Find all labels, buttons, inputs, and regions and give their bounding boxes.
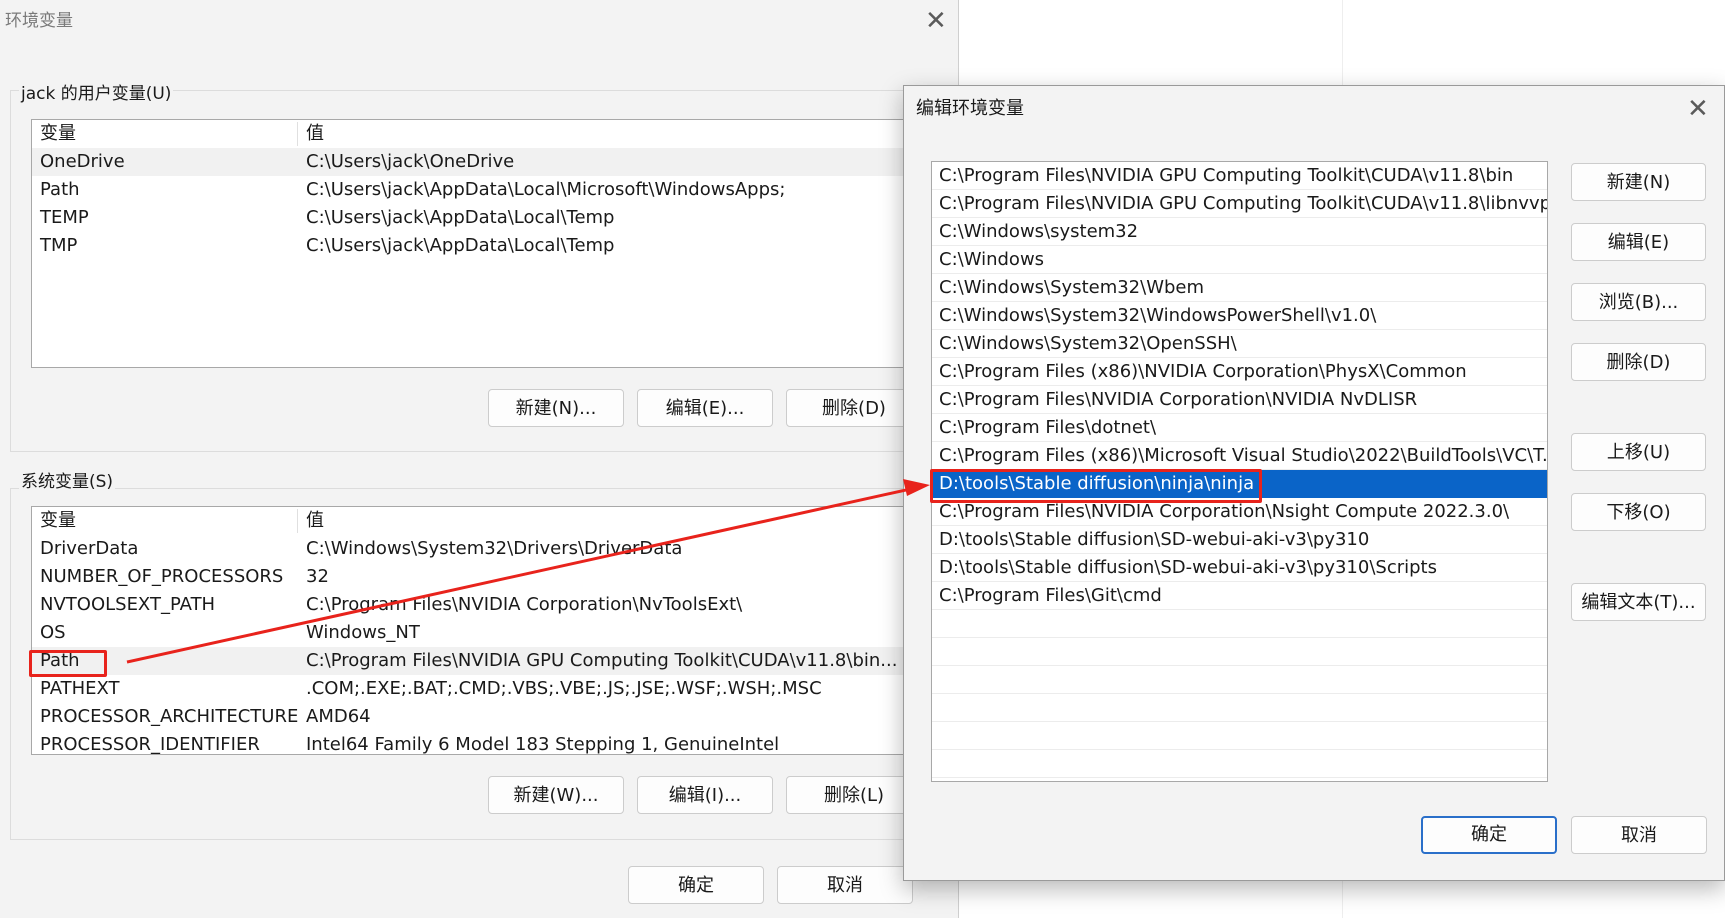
delete-entry-button[interactable]: 删除(D) [1571,343,1706,381]
path-entry[interactable]: C:\Windows\System32\Wbem [932,274,1547,302]
empty-path-row [932,610,1547,638]
path-entry[interactable]: C:\Program Files\NVIDIA GPU Computing To… [932,162,1547,190]
variable-name: OneDrive [40,151,125,172]
user-delete-button[interactable]: 删除(D) [786,389,922,427]
path-entry[interactable]: C:\Windows [932,246,1547,274]
column-header-variable[interactable]: 变量 [40,120,76,148]
empty-path-row [932,666,1547,694]
variable-value: Windows_NT [306,622,420,643]
variable-value: Intel64 Family 6 Model 183 Stepping 1, G… [306,734,780,755]
environment-variables-dialog: 环境变量 ✕ jack 的用户变量(U) 变量 值 OneDrive C:\Us… [0,0,961,918]
table-row[interactable]: TEMP C:\Users\jack\AppData\Local\Temp [32,204,960,232]
variable-value: C:\Users\jack\AppData\Local\Temp [306,207,615,228]
variable-value: 32 [306,566,329,587]
path-entry[interactable]: C:\Program Files (x86)\Microsoft Visual … [932,442,1547,470]
variable-name: PROCESSOR_IDENTIFIER [40,734,260,755]
browse-button[interactable]: 浏览(B)... [1571,283,1706,321]
empty-path-row [932,722,1547,750]
edit-dialog-title: 编辑环境变量 [916,98,1024,119]
user-edit-button[interactable]: 编辑(E)... [637,389,773,427]
table-row[interactable]: OS Windows_NT [32,619,960,647]
table-row[interactable]: PROCESSOR_IDENTIFIER Intel64 Family 6 Mo… [32,731,960,755]
column-header-value[interactable]: 值 [306,120,324,148]
path-entry[interactable]: C:\Windows\system32 [932,218,1547,246]
path-entry[interactable]: C:\Program Files\Git\cmd [932,582,1547,610]
user-variables-list[interactable]: 变量 值 OneDrive C:\Users\jack\OneDrive Pat… [31,119,961,368]
system-variables-list[interactable]: 变量 值 DriverData C:\Windows\System32\Driv… [31,506,961,755]
edit-ok-button[interactable]: 确定 [1421,816,1557,854]
system-new-button[interactable]: 新建(W)... [488,776,624,814]
variable-name: PATHEXT [40,678,120,699]
system-edit-button[interactable]: 编辑(I)... [637,776,773,814]
dialog-title: 环境变量 [5,11,73,31]
table-row[interactable]: Path C:\Users\jack\AppData\Local\Microso… [32,176,960,204]
path-entry[interactable]: C:\Program Files\NVIDIA Corporation\NVID… [932,386,1547,414]
variable-name: OS [40,622,66,643]
empty-path-row [932,638,1547,666]
column-header-variable[interactable]: 变量 [40,507,76,535]
table-row[interactable]: DriverData C:\Windows\System32\Drivers\D… [32,535,960,563]
move-down-button[interactable]: 下移(O) [1571,493,1706,531]
path-entry[interactable]: C:\Windows\System32\OpenSSH\ [932,330,1547,358]
edit-entry-button[interactable]: 编辑(E) [1571,223,1706,261]
empty-path-row [932,750,1547,778]
variable-name: NUMBER_OF_PROCESSORS [40,566,284,587]
system-variables-label: 系统变量(S) [19,467,116,492]
variable-name: TEMP [40,207,89,228]
list-header: 变量 值 [32,120,960,148]
table-row-path-selected[interactable]: Path C:\Program Files\NVIDIA GPU Computi… [32,647,960,675]
variable-value: AMD64 [306,706,371,727]
path-entry[interactable]: D:\tools\Stable diffusion\SD-webui-aki-v… [932,554,1547,582]
close-icon[interactable]: ✕ [1687,96,1709,122]
table-row[interactable]: PROCESSOR_ARCHITECTURE AMD64 [32,703,960,731]
variable-value: C:\Program Files\NVIDIA GPU Computing To… [306,650,898,671]
variable-value: C:\Users\jack\AppData\Local\Temp [306,235,615,256]
variable-name: TMP [40,235,78,256]
user-variables-label: jack 的用户变量(U) [19,79,174,104]
variable-name: PROCESSOR_ARCHITECTURE [40,706,299,727]
list-header: 变量 值 [32,507,960,535]
variable-name: NVTOOLSEXT_PATH [40,594,216,615]
path-entry[interactable]: D:\tools\Stable diffusion\SD-webui-aki-v… [932,526,1547,554]
variable-name: DriverData [40,538,139,559]
path-entry[interactable]: C:\Program Files\dotnet\ [932,414,1547,442]
main-ok-button[interactable]: 确定 [628,866,764,904]
empty-path-row [932,694,1547,722]
variable-value: C:\Users\jack\AppData\Local\Microsoft\Wi… [306,179,786,200]
path-entry[interactable]: C:\Windows\System32\WindowsPowerShell\v1… [932,302,1547,330]
annotation-highlight-box [29,650,107,677]
table-row[interactable]: TMP C:\Users\jack\AppData\Local\Temp [32,232,960,260]
variable-value: .COM;.EXE;.BAT;.CMD;.VBS;.VBE;.JS;.JSE;.… [306,678,822,699]
edit-cancel-button[interactable]: 取消 [1571,816,1707,854]
user-new-button[interactable]: 新建(N)... [488,389,624,427]
annotation-highlight-box [930,469,1262,503]
edit-text-button[interactable]: 编辑文本(T)... [1571,583,1706,621]
table-row[interactable]: PATHEXT .COM;.EXE;.BAT;.CMD;.VBS;.VBE;.J… [32,675,960,703]
main-cancel-button[interactable]: 取消 [777,866,913,904]
new-entry-button[interactable]: 新建(N) [1571,163,1706,201]
variable-value: C:\Users\jack\OneDrive [306,151,515,172]
variable-value: C:\Program Files\NVIDIA Corporation\NvTo… [306,594,743,615]
move-up-button[interactable]: 上移(U) [1571,433,1706,471]
table-row[interactable]: NUMBER_OF_PROCESSORS 32 [32,563,960,591]
column-header-value[interactable]: 值 [306,507,324,535]
path-entry[interactable]: C:\Program Files\NVIDIA GPU Computing To… [932,190,1547,218]
path-entry[interactable]: C:\Program Files (x86)\NVIDIA Corporatio… [932,358,1547,386]
system-delete-button[interactable]: 删除(L) [786,776,922,814]
table-row[interactable]: OneDrive C:\Users\jack\OneDrive [32,148,960,176]
table-row[interactable]: NVTOOLSEXT_PATH C:\Program Files\NVIDIA … [32,591,960,619]
variable-value: C:\Windows\System32\Drivers\DriverData [306,538,683,559]
variable-name: Path [40,179,80,200]
close-icon[interactable]: ✕ [925,8,947,34]
